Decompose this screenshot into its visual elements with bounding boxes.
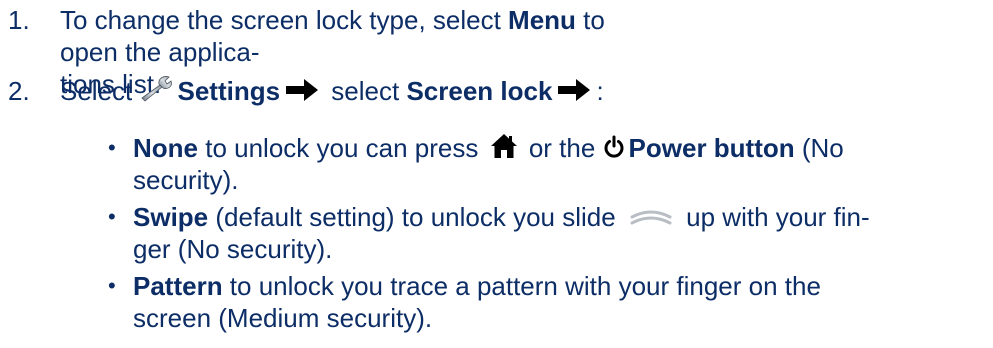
swipe-label: Swipe	[133, 202, 209, 232]
list-item-text-part: (default setting) to unlock you slide	[208, 202, 623, 232]
step-text-part: select	[324, 76, 407, 106]
list-item-text-part: up with your fin-	[678, 202, 870, 232]
step-text-part: Select	[60, 76, 140, 106]
wrench-icon	[140, 76, 172, 102]
step-text-part: :	[596, 76, 604, 106]
list-item-text-part: to unlock you can press	[198, 133, 486, 163]
list-item-text-part: ger (No security).	[133, 234, 333, 264]
bullet-dot: •	[108, 135, 116, 160]
screen-lock-label: Screen lock	[406, 76, 553, 106]
settings-label: Settings	[177, 76, 281, 106]
menu-label: Menu	[508, 5, 576, 35]
list-item-text-part: (No	[794, 133, 844, 163]
list-item-text-part: security).	[133, 165, 239, 195]
list-item-text: Pattern to unlock you trace a pattern wi…	[133, 270, 821, 334]
step-text: Select Settings select Screen lock :	[60, 75, 660, 107]
power-button-label: Power button	[628, 133, 795, 163]
list-item-text: Swipe (default setting) to unlock you sl…	[133, 201, 870, 265]
step-text-part: To change the screen lock type, select	[60, 5, 509, 35]
step-number: 2.	[8, 76, 30, 106]
step-number: 1.	[8, 5, 30, 35]
bullet-dot: •	[108, 204, 116, 229]
none-label: None	[133, 133, 198, 163]
list-item-text-part: screen (Medium security).	[133, 303, 433, 333]
bullet-dot: •	[108, 273, 116, 298]
manual-page: 1. To change the screen lock type, selec…	[0, 0, 993, 348]
arrow-right-icon	[558, 79, 591, 102]
list-item-text: None to unlock you can press or the Powe…	[133, 132, 844, 196]
list-item-text-part: or the	[521, 133, 603, 163]
power-icon	[604, 135, 623, 158]
list-item-text-part: to unlock you trace a pattern with your …	[222, 271, 821, 301]
arrow-right-icon	[286, 79, 319, 102]
home-icon	[490, 134, 517, 159]
swipe-up-icon	[630, 210, 672, 225]
pattern-label: Pattern	[133, 271, 223, 301]
